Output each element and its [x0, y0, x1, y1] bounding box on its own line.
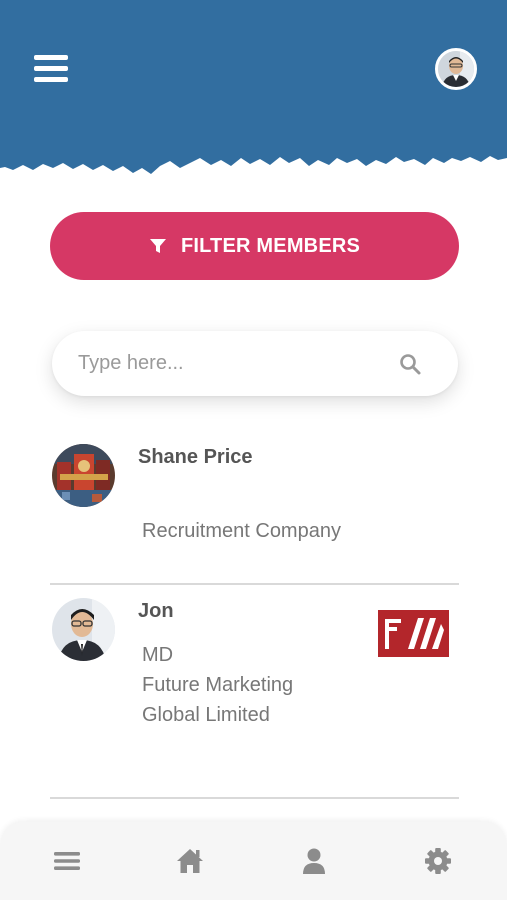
filter-members-label: FILTER MEMBERS	[180, 234, 361, 257]
profile-avatar[interactable]	[435, 48, 477, 90]
bottom-navigation	[0, 822, 507, 900]
app-header	[0, 0, 507, 190]
member-company-line-1: Future Marketing	[142, 674, 294, 696]
user-icon[interactable]	[299, 846, 329, 876]
gear-icon[interactable]	[423, 846, 453, 876]
member-company: Recruitment Company	[142, 520, 341, 542]
member-name: Jon	[138, 600, 174, 622]
member-name: Shane Price	[138, 446, 253, 468]
member-avatar	[52, 444, 115, 507]
filter-funnel-icon	[149, 239, 166, 253]
header-torn-background	[0, 0, 507, 174]
search-bar	[52, 331, 458, 396]
member-company-line-2: Global Limited	[142, 704, 270, 726]
member-divider	[50, 583, 459, 585]
member-divider	[50, 797, 459, 799]
hamburger-menu-icon[interactable]	[34, 55, 68, 83]
member-title: MD	[142, 644, 174, 666]
search-input[interactable]	[78, 331, 378, 396]
filter-members-button[interactable]: FILTER MEMBERS	[50, 212, 459, 280]
home-icon[interactable]	[175, 846, 205, 876]
search-icon[interactable]	[398, 352, 422, 376]
member-avatar	[52, 598, 115, 661]
menu-icon[interactable]	[52, 846, 82, 876]
future-marketing-logo	[378, 610, 449, 657]
member-card[interactable]: Shane Price Recruitment Company	[50, 440, 459, 570]
